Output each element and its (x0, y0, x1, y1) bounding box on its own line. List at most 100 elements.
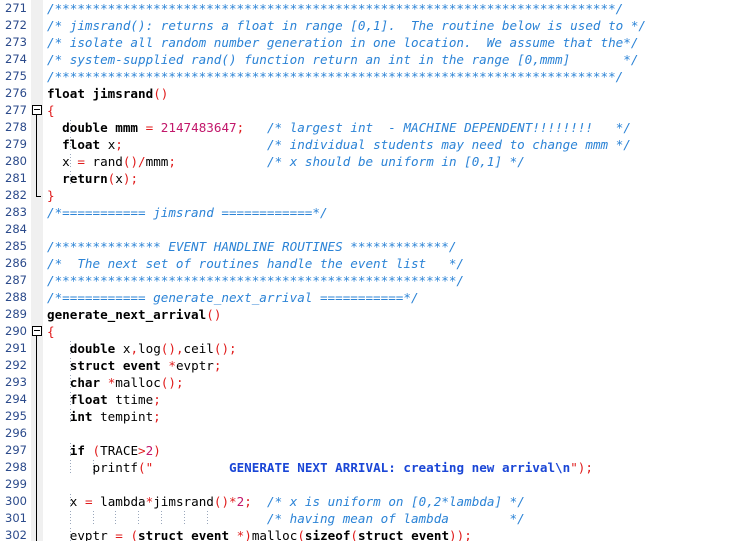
token-kw: struct (138, 528, 184, 541)
token-id (176, 154, 267, 169)
token-op: ; (244, 494, 252, 509)
code-text-area[interactable]: /***************************************… (43, 0, 737, 541)
code-editor[interactable]: 271 272 273 274 275 276 277 278 279 280 281 282 283 2… (0, 0, 737, 541)
fold-collapse-icon[interactable] (32, 326, 42, 336)
code-line[interactable] (43, 221, 737, 238)
line-number: 274 (5, 52, 27, 66)
line-number: 278 (5, 120, 27, 134)
code-line[interactable]: /*=========== jimsrand ============*/ (43, 204, 737, 221)
code-line-text: evptr = (struct event *)malloc(sizeof(st… (43, 527, 472, 541)
line-number: 282 (5, 188, 27, 202)
code-line-text: if (TRACE>2) (43, 442, 161, 459)
token-id (47, 137, 62, 152)
code-line[interactable]: x = lambda*jimsrand()*2; /* x is uniform… (43, 493, 737, 510)
token-id (47, 409, 70, 424)
code-line-text: generate_next_arrival() (43, 306, 221, 323)
code-line[interactable] (43, 476, 737, 493)
token-op: = (115, 528, 123, 541)
code-line[interactable]: struct event *evptr; (43, 357, 737, 374)
line-number: 284 (5, 222, 27, 236)
code-line[interactable]: int tempint; (43, 408, 737, 425)
token-cmt: /* The next set of routines handle the e… (47, 256, 465, 271)
token-cmt: /*=========== generate_next_arrival ====… (47, 290, 419, 305)
code-line-text: /***************************************… (43, 272, 464, 289)
code-line-text: /* having mean of lambda */ (43, 510, 525, 527)
code-line[interactable]: generate_next_arrival() (43, 306, 737, 323)
code-line-text: /***************************************… (43, 0, 623, 17)
code-line-text: return(x); (43, 170, 138, 187)
token-num: 2147483647 (160, 120, 237, 135)
code-line[interactable]: /* having mean of lambda */ (43, 510, 737, 527)
code-line[interactable]: /*=========== generate_next_arrival ====… (43, 289, 737, 306)
code-line[interactable]: { (43, 102, 737, 119)
line-number: 287 (5, 273, 27, 287)
fold-margin[interactable] (31, 0, 43, 541)
code-line[interactable]: return(x); (43, 170, 737, 187)
line-number: 291 (5, 341, 27, 355)
code-line-text: /* system-supplied rand() function retur… (43, 51, 638, 68)
code-line[interactable]: /************** EVENT HANDLINE ROUTINES … (43, 238, 737, 255)
code-line[interactable]: evptr = (struct event *)malloc(sizeof(st… (43, 527, 737, 541)
token-kw: float (62, 137, 101, 152)
token-op: ()* (213, 494, 237, 509)
code-line-text: char *malloc(); (43, 374, 184, 391)
token-op: = (84, 494, 93, 509)
token-op: )); (449, 528, 472, 541)
fold-collapse-icon[interactable] (32, 105, 42, 115)
code-line[interactable]: /* The next set of routines handle the e… (43, 255, 737, 272)
token-op: ( (138, 460, 146, 475)
line-number: 279 (5, 137, 27, 151)
code-line[interactable]: { (43, 323, 737, 340)
code-line[interactable]: } (43, 187, 737, 204)
token-id (47, 341, 70, 356)
token-op: ; (153, 409, 161, 424)
line-number: 294 (5, 392, 27, 406)
code-line-text: x = rand()/mmm; /* x should be uniform i… (43, 153, 525, 170)
code-line[interactable]: x = rand()/mmm; /* x should be uniform i… (43, 153, 737, 170)
token-op: ; (168, 154, 176, 169)
token-id: lambda (100, 494, 146, 509)
token-kw: sizeof (304, 528, 351, 541)
code-line[interactable]: double x,log(),ceil(); (43, 340, 737, 357)
code-line[interactable]: double mmm = 2147483647; /* largest int … (43, 119, 737, 136)
code-line-text: float ttime; (43, 391, 161, 408)
code-line[interactable]: /***************************************… (43, 0, 737, 17)
token-op: ; (213, 358, 222, 373)
code-line[interactable]: char *malloc(); (43, 374, 737, 391)
token-id (47, 511, 267, 526)
line-number: 302 (5, 528, 27, 541)
token-id (47, 120, 62, 135)
code-line[interactable]: /* isolate all random number generation … (43, 34, 737, 51)
token-id (47, 154, 62, 169)
line-number: 298 (5, 460, 27, 474)
code-line[interactable]: float x; /* individual students may need… (43, 136, 737, 153)
code-line-text: { (43, 102, 55, 119)
token-id: jimsrand (153, 494, 214, 509)
token-cmt: /***************************************… (47, 1, 624, 16)
code-line[interactable]: /* jimsrand(): returns a float in range … (43, 17, 737, 34)
token-fn: jimsrand (92, 86, 154, 101)
code-line[interactable]: float ttime; (43, 391, 737, 408)
token-id: TRACE (100, 443, 139, 458)
code-line[interactable]: if (TRACE>2) (43, 442, 737, 459)
token-op: > (138, 443, 146, 458)
token-id (47, 375, 70, 390)
token-id (47, 392, 70, 407)
code-line[interactable]: /***************************************… (43, 68, 737, 85)
token-id (77, 494, 85, 509)
code-line-text: double mmm = 2147483647; /* largest int … (43, 119, 631, 136)
code-line[interactable]: float jimsrand() (43, 85, 737, 102)
token-id: malloc (115, 375, 161, 390)
code-line[interactable]: printf(" GENERATE NEXT ARRIVAL: creating… (43, 459, 737, 476)
token-id (47, 460, 93, 475)
token-fn: generate_next_arrival (47, 307, 207, 322)
line-number: 281 (5, 171, 27, 185)
token-id: ttime (115, 392, 154, 407)
code-line[interactable]: /* system-supplied rand() function retur… (43, 51, 737, 68)
token-op: ( (350, 528, 359, 541)
token-id (85, 86, 93, 101)
code-line[interactable]: /***************************************… (43, 272, 737, 289)
code-line[interactable] (43, 425, 737, 442)
